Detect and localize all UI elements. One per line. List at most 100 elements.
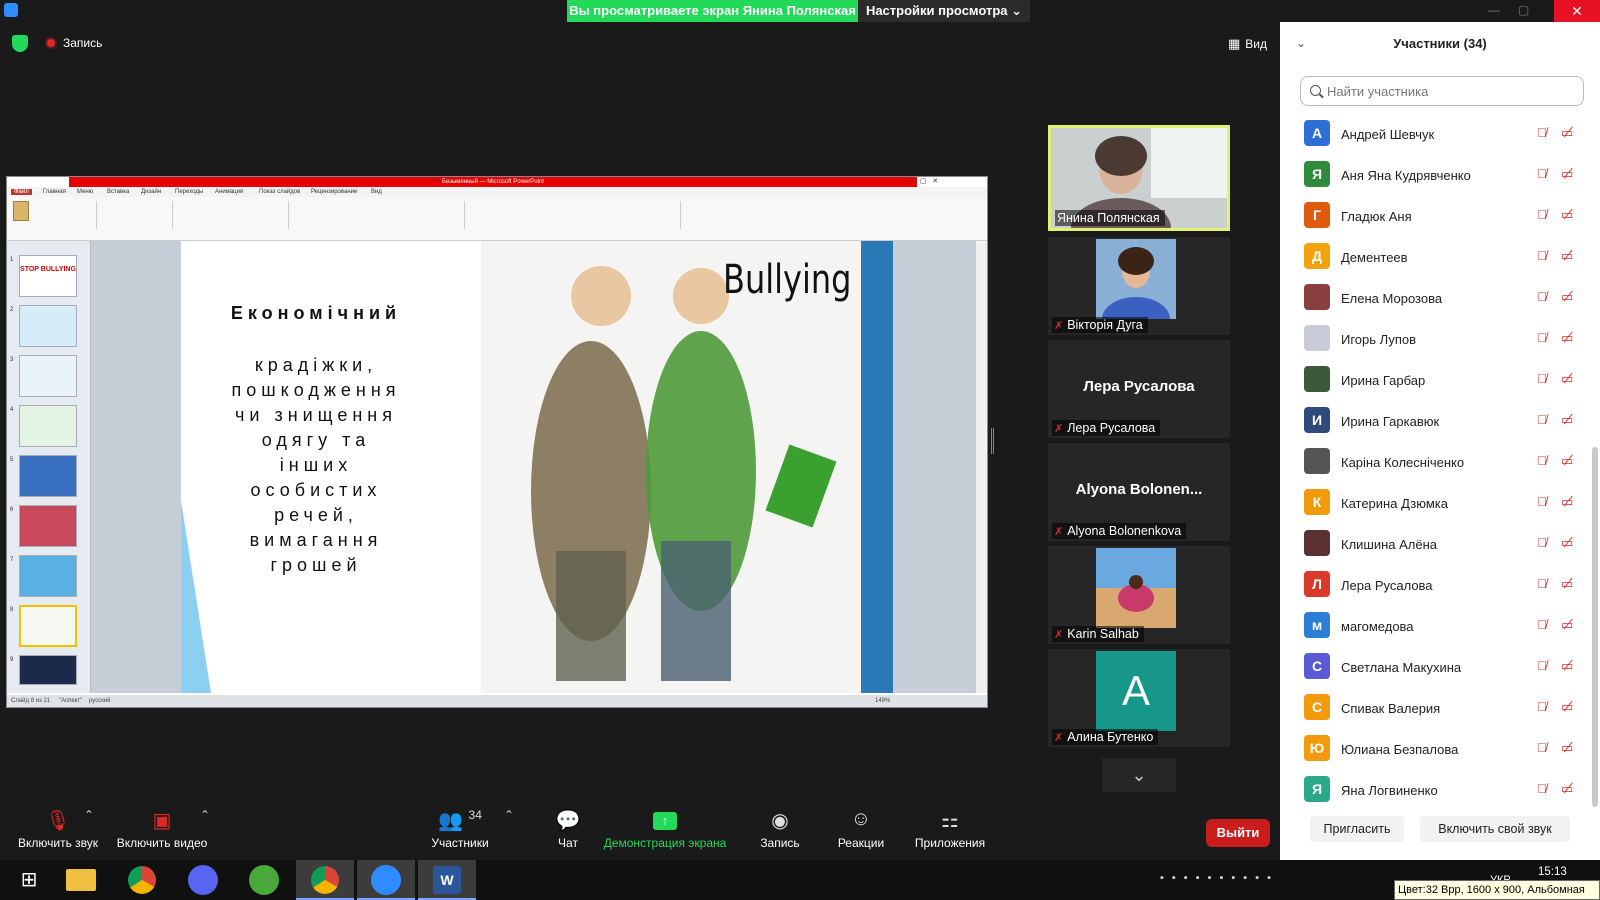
participant-row[interactable]: Клишина Алёна 🎙̸ ▭̸ (1280, 524, 1600, 565)
ppt-tab[interactable]: Рецензирование (311, 189, 357, 195)
word-icon[interactable]: W (418, 860, 476, 900)
mic-muted-icon[interactable]: 🎙̸ (1537, 412, 1547, 427)
view-settings-dropdown[interactable]: Настройки просмотра ⌄ (858, 0, 1030, 22)
ppt-tab[interactable]: Вставка (107, 189, 129, 195)
slide-thumbnail[interactable]: STOP BULLYING (19, 255, 77, 297)
zoom-taskbar-icon[interactable] (357, 860, 415, 900)
windows-start-icon[interactable]: ⊞ (0, 860, 58, 900)
mic-muted-icon[interactable]: 🎙̸ (1537, 494, 1547, 509)
discord-icon[interactable] (174, 860, 232, 900)
ppt-tab[interactable]: Файл (11, 189, 32, 195)
video-options-chevron-icon[interactable]: ⌃ (200, 808, 210, 822)
video-off-icon[interactable]: ▭̸ (1561, 125, 1573, 141)
video-tile[interactable]: Лера Русалова ✗ Лера Русалова (1048, 340, 1230, 438)
participant-row[interactable]: Каріна Колесніченко 🎙̸ ▭̸ (1280, 442, 1600, 483)
video-off-icon[interactable]: ▭̸ (1561, 535, 1573, 551)
video-tile-active-speaker[interactable]: Янина Полянская (1048, 125, 1230, 231)
encryption-shield-icon[interactable] (12, 35, 28, 52)
chrome-icon[interactable] (113, 860, 171, 900)
participants-options-chevron-icon[interactable]: ⌃ (504, 808, 514, 822)
video-tile[interactable]: ✗ Karin Salhab (1048, 546, 1230, 644)
video-off-icon[interactable]: ▭̸ (1561, 658, 1573, 674)
tray-icons[interactable]: ▪▪▪▪▪▪▪▪▪▪ (1160, 872, 1279, 884)
mic-muted-icon[interactable]: 🎙̸ (1537, 781, 1547, 796)
slide-thumbnail-selected[interactable] (19, 605, 77, 647)
mic-muted-icon[interactable]: 🎙̸ (1537, 658, 1547, 673)
video-off-icon[interactable]: ▭̸ (1561, 371, 1573, 387)
slide-thumbnail[interactable] (19, 405, 77, 447)
video-off-icon[interactable]: ▭̸ (1561, 289, 1573, 305)
participant-row[interactable]: К Катерина Дзюмка 🎙̸ ▭̸ (1280, 483, 1600, 524)
ppt-tab[interactable]: Показ слайдов (259, 189, 300, 195)
participant-row[interactable]: С Светлана Макухина 🎙̸ ▭̸ (1280, 647, 1600, 688)
slide-thumbnail[interactable] (19, 355, 77, 397)
paste-icon[interactable] (13, 201, 29, 221)
mic-muted-icon[interactable]: 🎙̸ (1537, 576, 1547, 591)
close-icon[interactable]: ✕ (1554, 0, 1600, 22)
share-screen-button[interactable]: ↑ Демонстрация экрана (600, 808, 730, 850)
participant-row[interactable]: Г Гладюк Аня 🎙̸ ▭̸ (1280, 196, 1600, 237)
ppt-tab[interactable]: Анимация (215, 189, 243, 195)
video-off-icon[interactable]: ▭̸ (1561, 412, 1573, 428)
participant-row[interactable]: С Спивак Валерия 🎙̸ ▭̸ (1280, 688, 1600, 729)
minimize-icon[interactable]: — (1488, 3, 1500, 17)
mic-muted-icon[interactable]: 🎙̸ (1537, 371, 1547, 386)
ppt-tab[interactable]: Переходы (175, 189, 203, 195)
mic-muted-icon[interactable]: 🎙̸ (1537, 207, 1547, 222)
video-off-icon[interactable]: ▭̸ (1561, 330, 1573, 346)
participant-row[interactable]: Елена Морозова 🎙̸ ▭̸ (1280, 278, 1600, 319)
video-tile[interactable]: Alyona Bolonen... ✗ Alyona Bolonenkova (1048, 443, 1230, 541)
view-button[interactable]: ▦ Вид (1228, 36, 1267, 52)
mic-muted-icon[interactable]: 🎙̸ (1537, 125, 1547, 140)
video-off-icon[interactable]: ▭̸ (1561, 699, 1573, 715)
invite-button[interactable]: Пригласить (1310, 816, 1404, 842)
video-off-icon[interactable]: ▭̸ (1561, 576, 1573, 592)
chrome-profile-icon[interactable] (296, 860, 354, 900)
mic-muted-icon[interactable]: 🎙̸ (1537, 248, 1547, 263)
participant-row[interactable]: Л Лера Русалова 🎙̸ ▭̸ (1280, 565, 1600, 606)
video-off-icon[interactable]: ▭̸ (1561, 453, 1573, 469)
slide-thumbnail[interactable] (19, 505, 77, 547)
video-tile[interactable]: A ✗ Алина Бутенко (1048, 649, 1230, 747)
participants-button[interactable]: 👥 34 Участники (425, 808, 495, 850)
video-tile[interactable]: ✗ Вікторія Дуга (1048, 237, 1230, 335)
clock[interactable]: 15:13 (1538, 866, 1567, 878)
recording-indicator[interactable]: Запись (45, 36, 102, 50)
ppt-tab[interactable]: Вид (371, 189, 382, 195)
video-off-icon[interactable]: ▭̸ (1561, 248, 1573, 264)
participant-row[interactable]: Д Дементеев 🎙̸ ▭̸ (1280, 237, 1600, 278)
chat-button[interactable]: 💬 Чат (538, 808, 598, 850)
maximize-icon[interactable]: ▢ (1518, 3, 1529, 17)
participant-search-input[interactable] (1327, 81, 1577, 101)
video-off-icon[interactable]: ▭̸ (1561, 740, 1573, 756)
mic-muted-icon[interactable]: 🎙̸ (1537, 166, 1547, 181)
gallery-scroll-down-button[interactable]: ⌄ (1102, 758, 1176, 792)
mic-muted-icon[interactable]: 🎙̸ (1537, 617, 1547, 632)
participant-row[interactable]: Игорь Лупов 🎙̸ ▭̸ (1280, 319, 1600, 360)
unmute-self-button[interactable]: Включить свой звук (1420, 816, 1570, 842)
status-zoom[interactable]: 149% (875, 698, 890, 704)
participant-row[interactable]: Я Яна Логвиненко 🎙̸ ▭̸ (1280, 770, 1600, 811)
ppt-tab[interactable]: Главная (43, 189, 66, 195)
file-explorer-icon[interactable] (52, 860, 110, 900)
participant-row[interactable]: м магомедова 🎙̸ ▭̸ (1280, 606, 1600, 647)
slide-thumbnail[interactable] (19, 555, 77, 597)
participant-search[interactable] (1300, 76, 1584, 106)
mic-muted-icon[interactable]: 🎙̸ (1537, 330, 1547, 345)
participant-row[interactable]: Ирина Гарбар 🎙̸ ▭̸ (1280, 360, 1600, 401)
participant-row[interactable]: А Андрей Шевчук 🎙̸ ▭̸ (1280, 114, 1600, 155)
utorrent-icon[interactable] (235, 860, 293, 900)
start-video-button[interactable]: ▣ Включить видео (112, 808, 212, 850)
record-button[interactable]: ◉ Запись (750, 808, 810, 850)
mic-muted-icon[interactable]: 🎙̸ (1537, 740, 1547, 755)
mic-muted-icon[interactable]: 🎙̸ (1537, 535, 1547, 550)
video-off-icon[interactable]: ▭̸ (1561, 781, 1573, 797)
mic-muted-icon[interactable]: 🎙̸ (1537, 699, 1547, 714)
audio-options-chevron-icon[interactable]: ⌃ (84, 808, 94, 822)
participant-row[interactable]: Я Аня Яна Кудрявченко 🎙̸ ▭̸ (1280, 155, 1600, 196)
apps-button[interactable]: ⚏ Приложения (910, 808, 990, 850)
ppt-tab[interactable]: Меню (77, 189, 93, 195)
ppt-scrollbar[interactable] (975, 241, 987, 693)
reactions-button[interactable]: ☺ Реакции (826, 808, 896, 850)
mic-muted-icon[interactable]: 🎙̸ (1537, 289, 1547, 304)
